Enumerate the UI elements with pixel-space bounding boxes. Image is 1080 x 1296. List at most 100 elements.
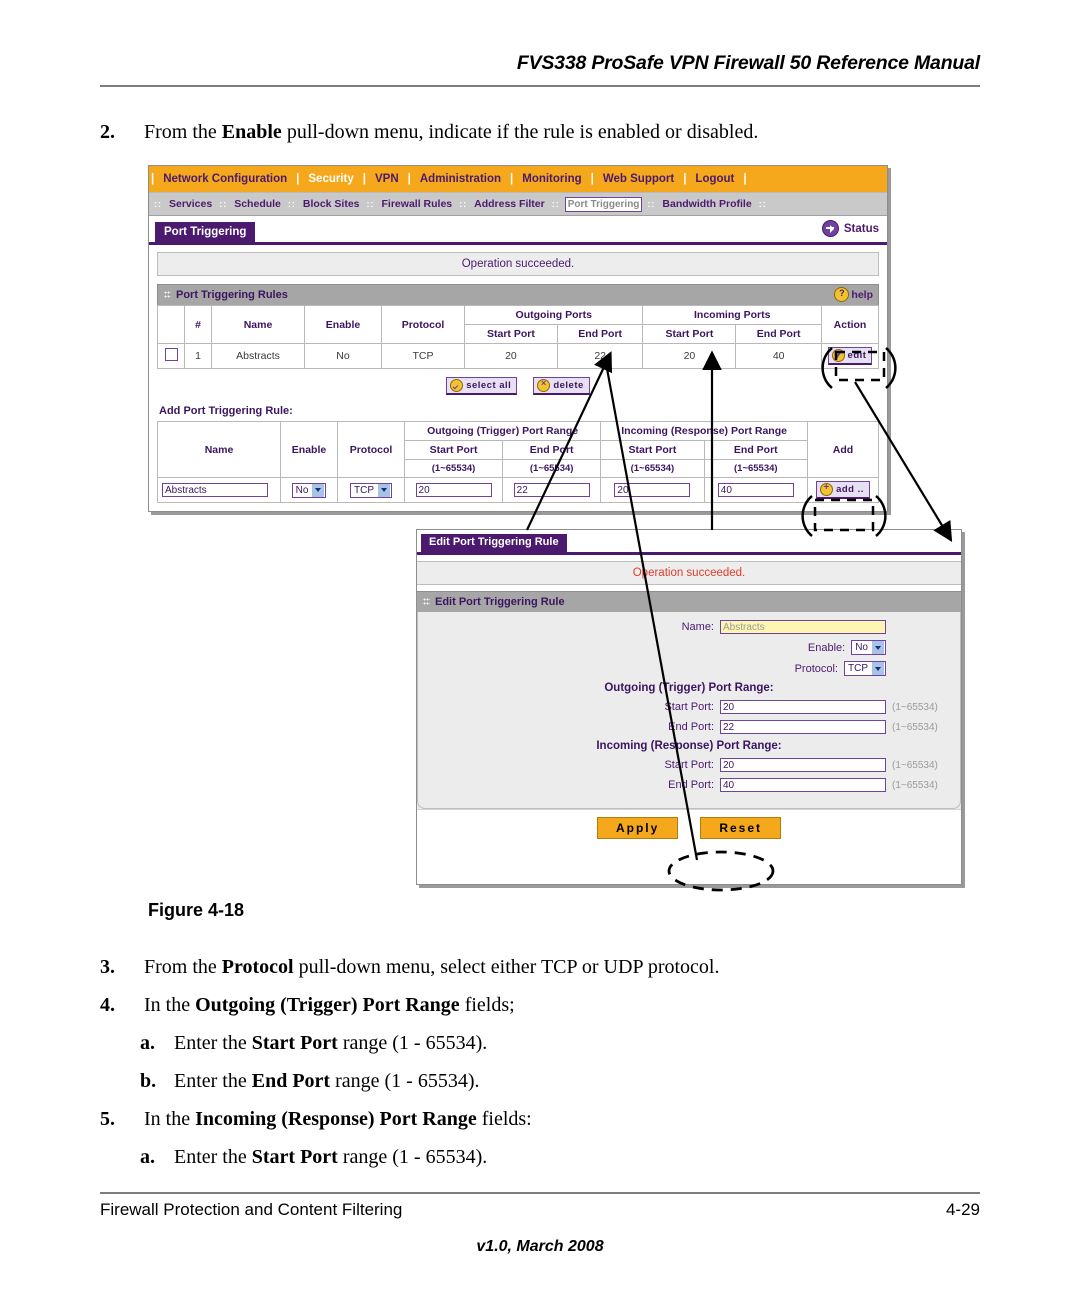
add-protocol-select[interactable]: TCP xyxy=(350,482,392,498)
dialog-section-title: Edit Port Triggering Rule xyxy=(435,596,565,608)
row-enable: No xyxy=(304,343,382,369)
add-in-end-cell: 40 xyxy=(703,477,809,503)
dialog-in-start-row: Start Port: 20 (1~65534) xyxy=(428,758,950,772)
step-4a-part-0: Enter the xyxy=(174,1032,252,1054)
th-checkbox xyxy=(157,305,185,344)
dialog-tab-row: Edit Port Triggering Rule xyxy=(417,530,961,555)
nav-item-logout[interactable]: Logout xyxy=(688,173,741,185)
add-in-end-input[interactable]: 40 xyxy=(717,483,794,497)
dialog-enable-row: Enable: No xyxy=(428,640,950,655)
row-name: Abstracts xyxy=(211,343,305,369)
chevron-down-icon xyxy=(872,662,884,675)
rules-action-buttons: select all delete xyxy=(157,369,879,401)
subnav-item-port-triggering[interactable]: Port Triggering xyxy=(564,196,643,212)
add-button[interactable]: add .. xyxy=(816,481,870,499)
apply-button[interactable]: Apply xyxy=(596,817,679,839)
add-in-start-input[interactable]: 20 xyxy=(614,483,691,497)
nav-separator: | xyxy=(407,173,411,185)
footer-version: v1.0, March 2008 xyxy=(476,1238,604,1255)
status-link[interactable]: Status xyxy=(821,220,879,237)
step-3-part-1: Protocol xyxy=(221,956,294,978)
dialog-name-input[interactable]: Abstracts xyxy=(720,620,886,634)
step-4-number: 4. xyxy=(100,994,115,1016)
footer-page-number: 4-29 xyxy=(945,1200,980,1219)
step-4b: b. Enter the End Port range (1 - 65534). xyxy=(140,1069,480,1093)
dialog-out-start-input[interactable]: 20 xyxy=(720,700,886,714)
pencil-icon xyxy=(831,349,845,362)
help-link[interactable]: ? help xyxy=(834,287,873,302)
subnav-item-address-filter[interactable]: Address Filter xyxy=(472,198,547,210)
row-checkbox-cell[interactable] xyxy=(157,343,185,369)
th-index: # xyxy=(184,305,212,344)
subnav-item-schedule[interactable]: Schedule xyxy=(232,198,283,210)
add-name-input[interactable]: Abstracts xyxy=(162,483,268,497)
dialog-section-header: Edit Port Triggering Rule xyxy=(417,591,961,612)
delete-label: delete xyxy=(553,380,584,391)
subnav-dots-icon: :: xyxy=(647,199,656,209)
add-in-start-cell: 20 xyxy=(600,477,705,503)
subnav-dots-icon: :: xyxy=(758,199,767,209)
th-outgoing-ports: Outgoing Ports xyxy=(463,305,644,325)
tab-port-triggering[interactable]: Port Triggering xyxy=(155,221,256,242)
add-enable-select[interactable]: No xyxy=(291,482,327,498)
dialog-out-end-hint: (1~65534) xyxy=(892,721,938,733)
dialog-in-start-input[interactable]: 20 xyxy=(720,758,886,772)
select-all-button[interactable]: select all xyxy=(446,377,518,395)
dialog-enable-select[interactable]: No xyxy=(851,640,886,655)
add-rule-section-label: Add Port Triggering Rule: xyxy=(159,405,293,417)
dialog-in-end-input[interactable]: 40 xyxy=(720,778,886,792)
step-4: 4. In the Outgoing (Trigger) Port Range … xyxy=(100,993,515,1017)
th-add-out-start: Start Port xyxy=(403,440,504,460)
hint-add-in-end: (1~65534) xyxy=(703,459,809,478)
nav-separator: | xyxy=(743,173,747,185)
delete-button[interactable]: delete xyxy=(533,377,590,395)
add-port-triggering-rule-table: Name Enable Protocol Outgoing (Trigger) … xyxy=(157,421,879,503)
nav-item-vpn[interactable]: VPN xyxy=(368,173,406,185)
subnav-dots-icon: :: xyxy=(459,199,468,209)
nav-item-monitoring[interactable]: Monitoring xyxy=(515,173,588,185)
dialog-name-row: Name: Abstracts xyxy=(428,620,950,634)
dialog-name-label: Name: xyxy=(681,621,714,633)
table-header-row: # Name Enable Protocol Outgoing Ports In… xyxy=(157,305,879,344)
nav-item-web-support[interactable]: Web Support xyxy=(596,173,681,185)
edit-button[interactable]: edit xyxy=(827,347,873,365)
edit-port-triggering-rule-dialog: Edit Port Triggering Rule Operation succ… xyxy=(416,529,962,885)
add-out-end-input[interactable]: 22 xyxy=(513,483,590,497)
check-circle-icon xyxy=(450,379,464,392)
subnav-item-bandwidth-profile[interactable]: Bandwidth Profile xyxy=(660,198,753,210)
subnav-dots-icon: :: xyxy=(287,199,296,209)
th-add-in-start: Start Port xyxy=(600,440,705,460)
add-out-start-cell: 20 xyxy=(403,477,504,503)
step-4a-part-2: range (1 - 65534). xyxy=(337,1032,488,1054)
th-out-start-port: Start Port xyxy=(464,324,558,344)
th-add-enable: Enable xyxy=(280,421,338,478)
step-4b-number: b. xyxy=(140,1070,157,1092)
dialog-outgoing-group-label: Outgoing (Trigger) Port Range: xyxy=(604,682,774,694)
add-out-start-input[interactable]: 20 xyxy=(415,483,492,497)
step-5-part-2: fields: xyxy=(476,1108,532,1130)
step-4b-part-1: End Port xyxy=(251,1070,331,1092)
row-checkbox[interactable] xyxy=(164,348,178,361)
add-button-cell[interactable]: add .. xyxy=(807,477,879,503)
nav-item-security[interactable]: Security xyxy=(301,173,360,185)
select-all-label: select all xyxy=(466,380,512,391)
dialog-protocol-select[interactable]: TCP xyxy=(844,661,886,676)
nav-item-network-configuration[interactable]: Network Configuration xyxy=(156,173,294,185)
subnav-item-firewall-rules[interactable]: Firewall Rules xyxy=(380,198,455,210)
dialog-out-end-input[interactable]: 22 xyxy=(720,720,886,734)
subnav-item-block-sites[interactable]: Block Sites xyxy=(301,198,362,210)
subnav-dots-icon: :: xyxy=(154,199,162,209)
step-4a-number: a. xyxy=(140,1032,155,1054)
reset-button[interactable]: Reset xyxy=(700,817,782,839)
th-incoming-ports: Incoming Ports xyxy=(642,305,822,325)
subnav-item-services[interactable]: Services xyxy=(167,198,214,210)
dialog-out-start-row: Start Port: 20 (1~65534) xyxy=(428,700,950,714)
plus-circle-icon xyxy=(820,481,834,496)
operation-message-bar: Operation succeeded. xyxy=(157,252,879,276)
row-action-cell[interactable]: edit xyxy=(821,343,879,369)
add-enable-cell: No xyxy=(280,477,338,503)
nav-item-administration[interactable]: Administration xyxy=(413,173,508,185)
router-page-body: Operation succeeded. Port Triggering Rul… xyxy=(149,245,887,511)
chevron-down-icon xyxy=(312,483,325,497)
th-out-end-port: End Port xyxy=(556,324,644,344)
